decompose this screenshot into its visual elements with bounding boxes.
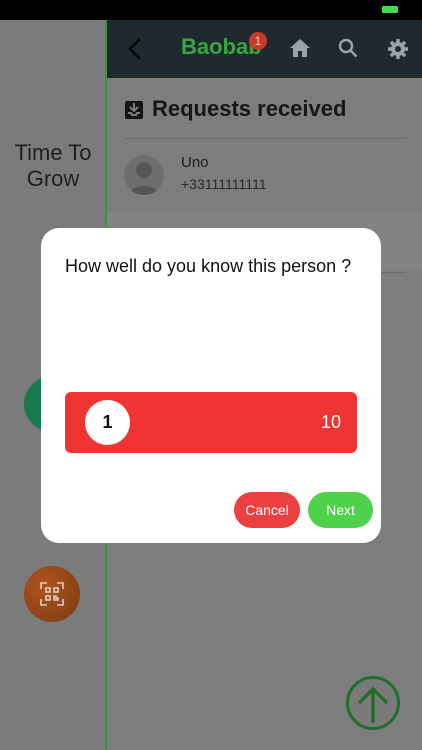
back-icon[interactable] bbox=[125, 36, 145, 62]
slider-thumb[interactable]: 1 bbox=[85, 400, 130, 445]
home-icon[interactable] bbox=[289, 38, 311, 58]
qr-code-button[interactable] bbox=[24, 566, 80, 622]
next-button[interactable]: Next bbox=[308, 492, 373, 528]
side-brand-text: Time To Grow bbox=[14, 140, 92, 191]
divider bbox=[124, 138, 406, 139]
notification-badge: 1 bbox=[249, 32, 267, 50]
avatar bbox=[124, 155, 164, 195]
contact-name[interactable]: Uno bbox=[181, 154, 209, 171]
arrow-up-icon bbox=[357, 686, 389, 723]
qr-code-icon bbox=[40, 582, 64, 606]
status-bar bbox=[0, 0, 422, 20]
dialog-question: How well do you know this person ? bbox=[65, 256, 352, 276]
requests-title: Requests received bbox=[152, 96, 347, 121]
gear-icon[interactable] bbox=[387, 38, 409, 60]
contact-phone: +33111111111 bbox=[181, 176, 267, 192]
inbox-icon bbox=[125, 101, 143, 119]
familiarity-slider[interactable]: 1 10 bbox=[65, 392, 357, 453]
battery-icon bbox=[382, 6, 398, 13]
cancel-button[interactable]: Cancel bbox=[234, 492, 300, 528]
avatar-icon bbox=[129, 162, 159, 195]
search-icon[interactable] bbox=[338, 38, 358, 58]
scroll-up-button[interactable] bbox=[346, 676, 400, 730]
slider-max-label: 10 bbox=[320, 412, 341, 432]
rating-dialog: How well do you know this person ? 1 10 … bbox=[41, 228, 381, 543]
top-bar: Baobab 1 bbox=[107, 20, 422, 78]
